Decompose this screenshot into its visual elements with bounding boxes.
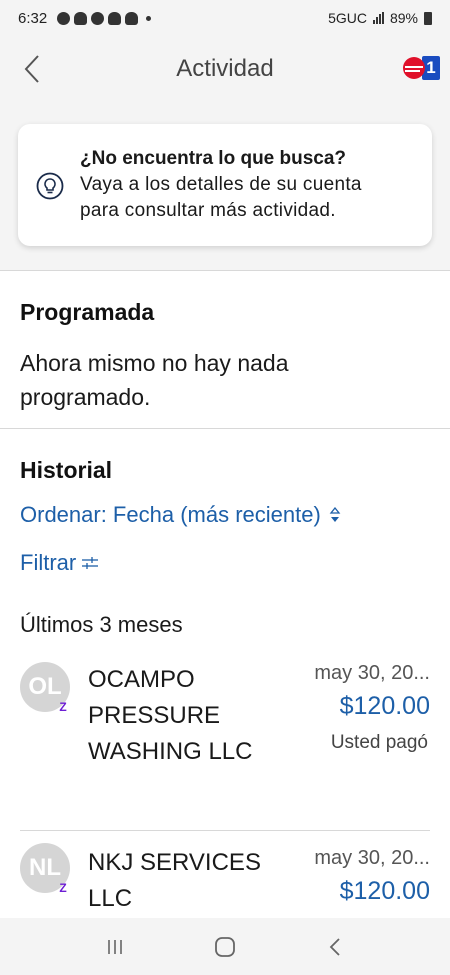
transaction-amount: $120.00 [339, 877, 430, 905]
scheduled-section: Programada Ahora mismo no hay nada progr… [0, 270, 450, 428]
more-notifications-dot-icon [146, 15, 152, 21]
chevron-left-icon [24, 55, 39, 83]
notification-icons [57, 11, 152, 25]
info-body-line1: Vaya a los detalles de su cuenta [80, 174, 362, 195]
merchant-name-line1: NKJ SERVICES [88, 849, 261, 876]
zelle-icon: Z [59, 881, 67, 895]
transaction-row[interactable]: OL Z OCAMPO PRESSURE WASHING LLC may 30,… [20, 662, 430, 830]
battery-icon [424, 11, 432, 25]
merchant-name-line1: OCAMPO [88, 666, 195, 693]
app-notification-icon [57, 11, 71, 25]
sort-arrows-icon [329, 507, 341, 522]
merchant-name-line2: LLC [88, 885, 133, 912]
filter-sliders-icon [82, 557, 99, 569]
status-right: 5GUC 89% [328, 10, 432, 26]
info-title: ¿No encuentra lo que busca? [80, 148, 347, 169]
period-label: Últimos 3 meses [20, 612, 183, 637]
network-label: 5GUC [328, 10, 367, 26]
recent-apps-button[interactable] [95, 927, 135, 967]
sort-button[interactable]: Ordenar: Fecha (más reciente) [20, 502, 430, 528]
status-bar: 6:32 5GUC 89% [0, 0, 450, 36]
back-button[interactable] [14, 50, 50, 88]
system-nav-bar [0, 918, 450, 975]
zelle-icon: Z [59, 700, 67, 714]
recent-apps-icon [108, 939, 122, 954]
snapchat-icon [108, 11, 122, 25]
merchant-name: OCAMPO PRESSURE WASHING LLC [88, 662, 288, 770]
page-title: Actividad [176, 55, 274, 82]
scheduled-empty-line2: programado. [20, 384, 151, 410]
transaction-row[interactable]: NL Z NKJ SERVICES LLC may 30, 20... $120… [20, 830, 430, 918]
merchant-name-line3: WASHING LLC [88, 738, 253, 765]
info-zone: ¿No encuentra lo que busca? Vaya a los d… [0, 102, 450, 270]
scheduled-title: Programada [20, 299, 155, 325]
merchant-name-line2: PRESSURE [88, 702, 221, 729]
transaction-date: may 30, 20... [314, 662, 430, 684]
scheduled-empty-line1: Ahora mismo no hay nada [20, 350, 289, 376]
bank-logo-icon [403, 57, 425, 79]
messenger-icon [91, 11, 105, 25]
history-section: Historial Ordenar: Fecha (más reciente) … [0, 428, 450, 918]
sort-label: Ordenar: Fecha (más reciente) [20, 502, 321, 527]
snapchat-icon [74, 11, 88, 25]
snapchat-icon [125, 11, 139, 25]
signal-icon [372, 12, 384, 24]
back-arrow-icon [329, 937, 340, 956]
filter-label: Filtrar [20, 550, 77, 575]
info-card[interactable]: ¿No encuentra lo que busca? Vaya a los d… [18, 124, 432, 246]
home-button[interactable] [205, 927, 245, 967]
content-scroll[interactable]: ¿No encuentra lo que busca? Vaya a los d… [0, 102, 450, 918]
home-icon [215, 936, 235, 957]
brand-logo[interactable]: 1 [403, 56, 440, 80]
transaction-amount: $120.00 [339, 692, 430, 720]
system-back-button[interactable] [315, 927, 355, 967]
info-body-line2: para consultar más actividad. [80, 200, 336, 221]
transaction-date: may 30, 20... [314, 847, 430, 869]
battery-percent: 89% [389, 10, 418, 26]
merchant-name: NKJ SERVICES LLC [88, 845, 288, 917]
transaction-note: Usted pagó [330, 732, 428, 753]
status-time: 6:32 [18, 9, 48, 27]
history-title: Historial [20, 457, 113, 483]
app-header: Actividad 1 [0, 36, 450, 102]
scheduled-empty-text: Ahora mismo no hay nada programado. [20, 346, 430, 414]
status-left: 6:32 [18, 9, 152, 27]
filter-button[interactable]: Filtrar [20, 550, 430, 576]
lightbulb-icon [36, 172, 64, 200]
